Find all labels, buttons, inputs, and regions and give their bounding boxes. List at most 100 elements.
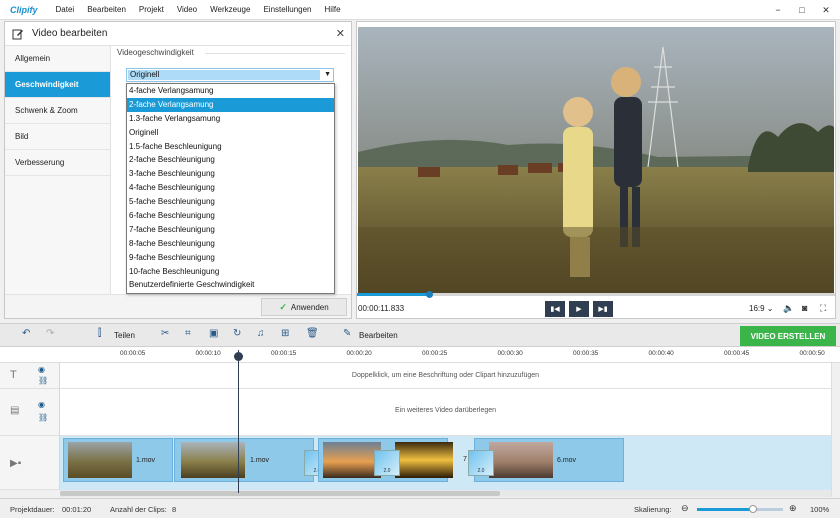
next-frame-button[interactable]: ▶▮ — [593, 301, 613, 317]
maximize-icon[interactable]: □ — [790, 0, 814, 20]
zoom-in-icon[interactable]: ⊕ — [789, 503, 797, 514]
clips-count-value: 8 — [172, 505, 177, 514]
sidebar-item-verbesserung[interactable]: Verbesserung — [5, 150, 110, 176]
text-track[interactable]: Doppelklick, um eine Beschriftung oder C… — [60, 363, 831, 389]
scale-label: Skalierung: — [634, 505, 672, 514]
dropdown-option[interactable]: 3-fache Beschleunigung — [127, 167, 334, 181]
minimize-icon[interactable]: − — [766, 0, 790, 20]
clip-name: 6.mov — [557, 457, 577, 464]
seek-handle[interactable] — [425, 291, 433, 298]
transition-tile[interactable]: 2.0 — [468, 450, 494, 476]
playhead-handle[interactable] — [234, 352, 243, 361]
speed-dropdown-list: 4-fache Verlangsamung 2-fache Verlangsamu… — [126, 83, 335, 294]
menu-hilfe[interactable]: Hilfe — [325, 5, 341, 14]
dropdown-option[interactable]: 8-fache Beschleunigung — [127, 237, 334, 251]
edit-clip-icon[interactable]: ✎ — [343, 328, 351, 339]
zoom-out-icon[interactable]: ⊖ — [681, 503, 689, 514]
dropdown-option[interactable]: 2-fache Verlangsamung — [127, 97, 334, 112]
sidebar-item-allgemein[interactable]: Allgemein — [5, 46, 110, 72]
video-track[interactable]: 1.mov 1.mov 2.0 2.0 7 6.mov 2.0 — [60, 436, 831, 490]
create-video-button[interactable]: VIDEO ERSTELLEN — [740, 326, 836, 346]
timeline-vertical-scrollbar[interactable] — [831, 363, 840, 497]
link-icon[interactable]: ⛓ — [38, 376, 48, 385]
eye-icon[interactable]: ◉ — [38, 365, 45, 374]
scale-slider-handle[interactable] — [748, 505, 757, 513]
duration-value: 00:01:20 — [62, 505, 92, 514]
menu-projekt[interactable]: Projekt — [139, 5, 164, 14]
split-icon[interactable]: ⫿ — [98, 328, 101, 339]
seek-bar[interactable] — [357, 291, 835, 298]
ruler-tick-label: 00:00:40 — [648, 350, 674, 357]
preview-panel: 00:00:11.833 ▮◀ ▶ ▶▮ 16:9 ⌄ 🔈 ◙ ⛶ — [356, 21, 836, 319]
add-media-icon[interactable]: ⊞ — [281, 328, 289, 339]
speed-select[interactable]: Originell ▼ — [126, 68, 334, 82]
timeline-clip[interactable]: 6.mov — [474, 438, 624, 482]
cut-icon[interactable]: ✂ — [161, 328, 169, 339]
close-window-icon[interactable]: ✕ — [814, 0, 838, 20]
clip-thumbnail — [181, 442, 245, 478]
video-track-header: ▶▪ — [0, 436, 60, 490]
menu-bearbeiten[interactable]: Bearbeiten — [87, 5, 126, 14]
menu-werkzeuge[interactable]: Werkzeuge — [210, 5, 250, 14]
dropdown-option[interactable]: 2-fache Beschleunigung — [127, 153, 334, 167]
app-logo: Clipify — [10, 4, 38, 15]
dropdown-option[interactable]: 1.3-fache Verlangsamung — [127, 112, 334, 126]
playhead-line[interactable] — [238, 350, 239, 493]
text-track-hint: Doppelklick, um eine Beschriftung oder C… — [351, 372, 540, 379]
rotate-icon[interactable]: ↻ — [233, 328, 241, 339]
dropdown-option[interactable]: Originell — [127, 126, 334, 140]
clip-name: 1.mov — [250, 457, 270, 464]
camera-icon[interactable]: ◙ — [802, 303, 807, 313]
dropdown-option[interactable]: 6-fache Beschleunigung — [127, 209, 334, 223]
video-preview[interactable] — [358, 27, 834, 293]
seek-progress — [357, 293, 429, 296]
timeline-clip[interactable]: 1.mov — [174, 438, 314, 482]
timeline-clip[interactable]: 1.mov — [63, 438, 173, 482]
dropdown-option[interactable]: 4-fache Verlangsamung — [127, 84, 334, 98]
scale-slider[interactable] — [697, 505, 783, 513]
dropdown-option[interactable]: 7-fache Beschleunigung — [127, 223, 334, 237]
stop-icon[interactable]: ▣ — [209, 328, 218, 339]
sidebar-item-bild[interactable]: Bild — [5, 124, 110, 150]
redo-icon[interactable]: ↷ — [46, 328, 54, 339]
dropdown-option[interactable]: 10-fache Beschleunigung — [127, 265, 334, 279]
fullscreen-icon[interactable]: ⛶ — [820, 303, 826, 314]
sidebar-item-geschwindigkeit[interactable]: Geschwindigkeit — [5, 72, 110, 98]
overlay-track[interactable]: Ein weiteres Video darüberlegen — [60, 389, 831, 436]
volume-icon[interactable]: 🔈 — [783, 303, 794, 314]
transition-tile[interactable]: 2.0 — [374, 450, 400, 476]
eye-icon[interactable]: ◉ — [38, 400, 45, 409]
dropdown-option[interactable]: 5-fache Beschleunigung — [127, 195, 334, 209]
dropdown-option[interactable]: 9-fache Beschleunigung — [127, 251, 334, 265]
scrollbar-thumb[interactable] — [60, 491, 500, 496]
link-icon[interactable]: ⛓ — [38, 413, 48, 422]
clips-count-label: Anzahl der Clips: — [110, 505, 167, 514]
aspect-ratio-select[interactable]: 16:9 ⌄ — [749, 304, 774, 313]
undo-icon[interactable]: ↶ — [22, 328, 30, 339]
sidebar-item-schwenk-zoom[interactable]: Schwenk & Zoom — [5, 98, 110, 124]
section-divider — [205, 53, 345, 54]
timeline-horizontal-scrollbar[interactable] — [60, 490, 831, 497]
dropdown-option[interactable]: 4-fache Beschleunigung — [127, 181, 334, 195]
ruler-tick-label: 00:00:25 — [422, 350, 448, 357]
apply-button[interactable]: ✓ Anwenden — [261, 298, 347, 316]
apply-label: Anwenden — [290, 302, 329, 312]
edit-label[interactable]: Bearbeiten — [359, 331, 398, 340]
timeline-toolbar: ↶ ↷ ⫿ Teilen ✂ ⌗ ▣ ↻ ♫ ⊞ 🗑 ✎ Bearbeiten … — [0, 323, 840, 347]
menu-einstellungen[interactable]: Einstellungen — [263, 5, 311, 14]
dialog-close-icon[interactable]: ✕ — [336, 27, 345, 40]
play-button[interactable]: ▶ — [569, 301, 589, 317]
timeline-ruler[interactable]: 00:00:05 00:00:10 00:00:15 00:00:20 00:00:25… — [60, 347, 840, 363]
dialog-sidebar: Allgemein Geschwindigkeit Schwenk & Zoom… — [5, 46, 111, 318]
split-label[interactable]: Teilen — [114, 331, 135, 340]
crop-icon[interactable]: ⌗ — [185, 328, 191, 339]
dropdown-option[interactable]: 1.5-fache Beschleunigung — [127, 140, 334, 154]
clip-name: 1.mov — [136, 457, 156, 464]
edit-icon — [12, 29, 23, 39]
menu-video[interactable]: Video — [177, 5, 197, 14]
menu-datei[interactable]: Datei — [56, 5, 75, 14]
audio-icon[interactable]: ♫ — [257, 328, 265, 339]
delete-icon[interactable]: 🗑 — [306, 328, 319, 339]
dropdown-option[interactable]: Benutzerdefinierte Geschwindigkeit — [127, 278, 334, 292]
prev-frame-button[interactable]: ▮◀ — [545, 301, 565, 317]
